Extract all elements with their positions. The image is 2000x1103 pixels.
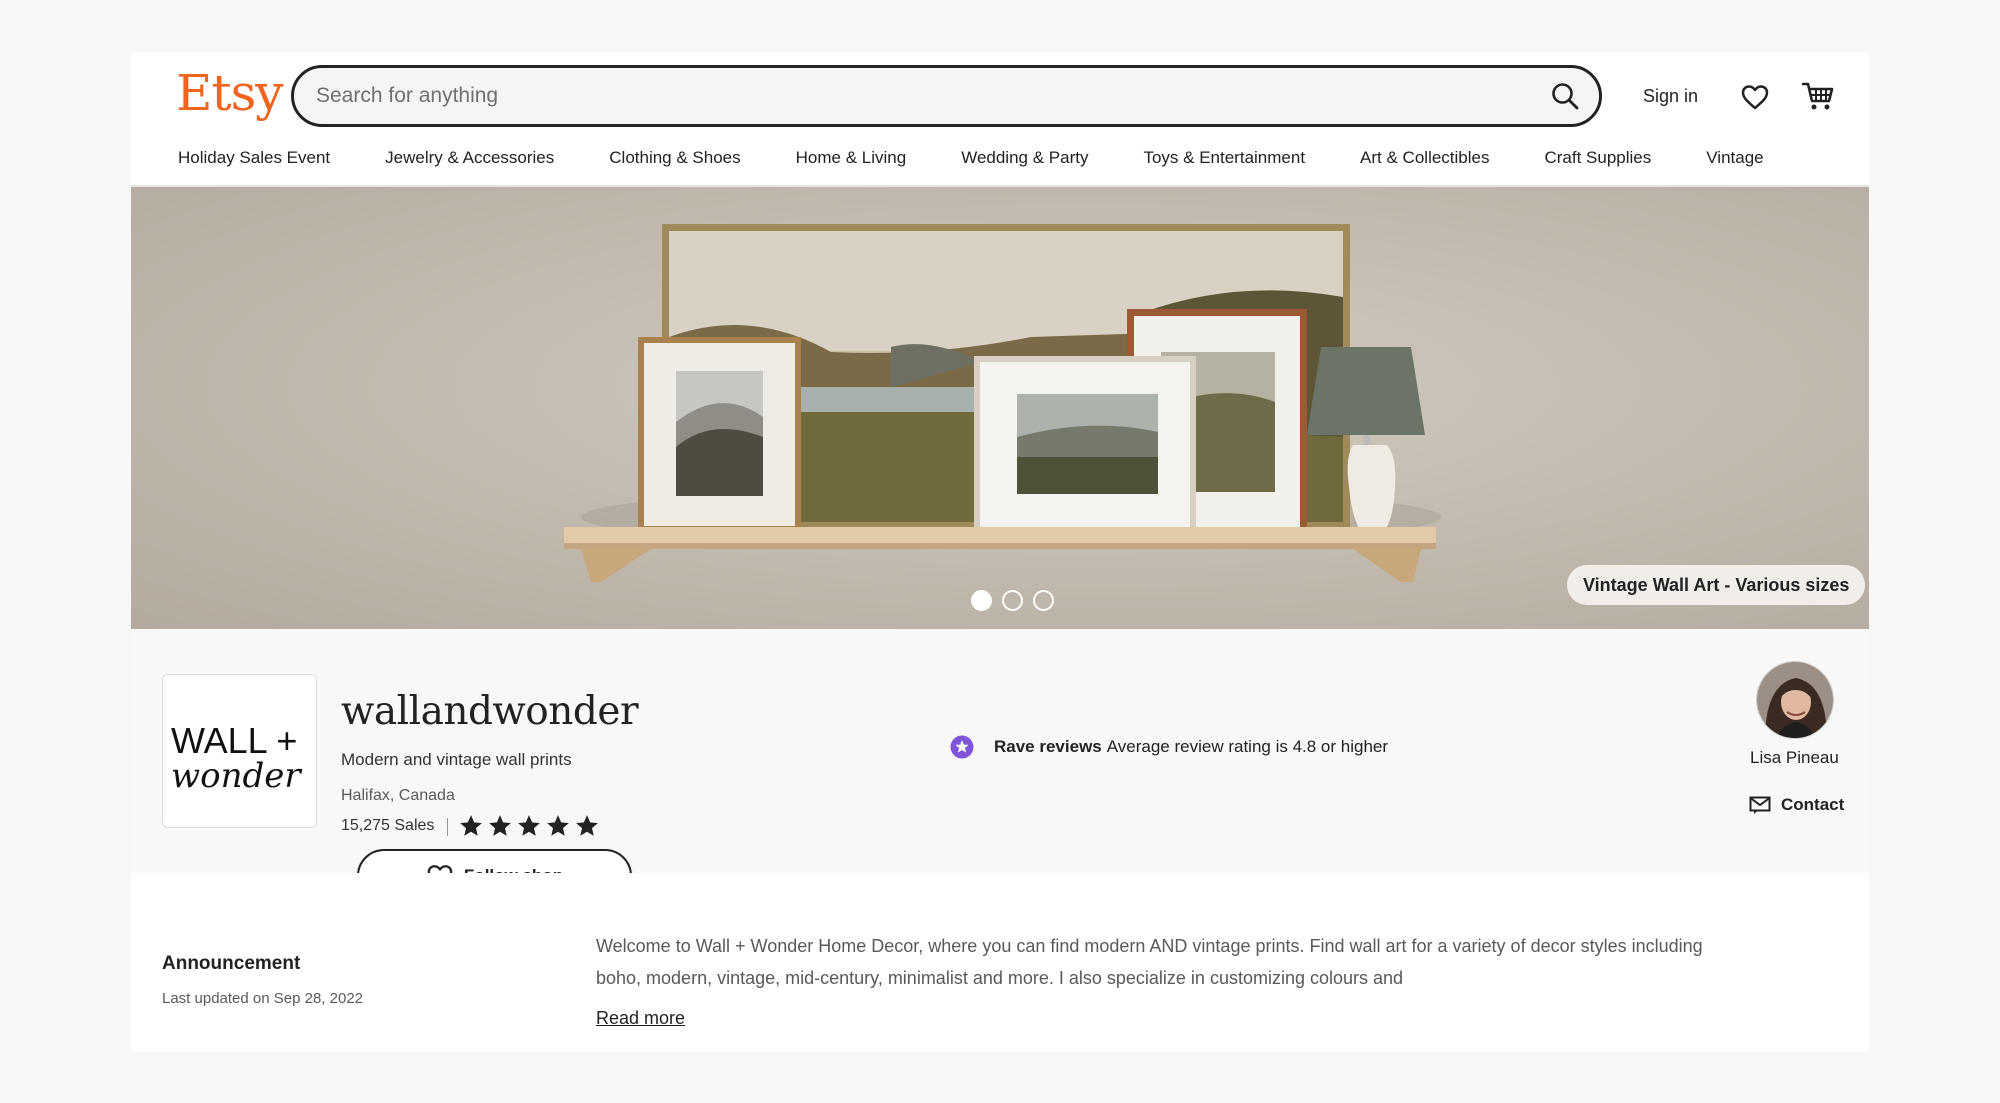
contact-link[interactable]: Contact — [1749, 795, 1844, 815]
shop-logo[interactable]: WALL + wonder — [162, 674, 317, 828]
rave-reviews-icon — [950, 735, 974, 759]
banner-image — [564, 224, 1441, 582]
svg-text:WALL +: WALL + — [171, 720, 297, 761]
wall-wonder-logo-icon: WALL + wonder — [171, 720, 302, 796]
announcement-text: Welcome to Wall + Wonder Home Decor, whe… — [596, 936, 1703, 988]
carousel-dot-2[interactable] — [1002, 590, 1023, 611]
contact-label: Contact — [1781, 795, 1845, 814]
star-icon — [489, 815, 511, 836]
shop-rating-stars[interactable] — [457, 813, 601, 839]
favorites-button[interactable] — [1738, 80, 1772, 114]
announcement-title: Announcement — [162, 953, 301, 974]
nav-craft[interactable]: Craft Supplies — [1544, 148, 1651, 168]
search-bar — [291, 65, 1602, 127]
search-button[interactable] — [1547, 78, 1583, 114]
nav-art[interactable]: Art & Collectibles — [1360, 148, 1489, 168]
banner-caption: Vintage Wall Art - Various sizes — [1567, 565, 1866, 605]
nav-holiday-sales[interactable]: Holiday Sales Event — [178, 148, 330, 168]
nav-clothing[interactable]: Clothing & Shoes — [609, 148, 740, 168]
shop-info: WALL + wonder wallandwonder Modern and v… — [131, 629, 1869, 903]
carousel-dot-3[interactable] — [1033, 590, 1054, 611]
announcement-date: Last updated on Sep 28, 2022 — [162, 990, 364, 1007]
shop-location: Halifax, Canada — [341, 787, 455, 804]
nav-home-living[interactable]: Home & Living — [796, 148, 907, 168]
announcement-section: Announcement Last updated on Sep 28, 202… — [131, 873, 1869, 1052]
svg-text:wonder: wonder — [171, 756, 302, 796]
heart-icon — [1741, 85, 1769, 110]
sales-divider — [447, 818, 448, 836]
header: Etsy Sign in — [131, 52, 1869, 187]
page: Etsy Sign in — [131, 52, 1869, 1052]
sign-in-link[interactable]: Sign in — [1643, 86, 1698, 107]
shop-owner-name: Lisa Pineau — [1750, 748, 1839, 767]
shop-name: wallandwonder — [341, 689, 639, 734]
read-more-link[interactable]: Read more — [596, 1008, 685, 1029]
nav-wedding[interactable]: Wedding & Party — [961, 148, 1088, 168]
star-icon — [576, 815, 598, 836]
category-nav: Holiday Sales Event Jewelry & Accessorie… — [178, 148, 1764, 168]
cart-button[interactable] — [1800, 78, 1836, 114]
rave-reviews-title: Rave reviews — [994, 737, 1102, 756]
etsy-logo[interactable]: Etsy — [176, 64, 283, 122]
shop-owner-avatar[interactable] — [1756, 661, 1834, 739]
cart-icon — [1801, 82, 1834, 110]
shop-sales: 15,275 Sales — [341, 817, 435, 834]
rave-reviews-text: Average review rating is 4.8 or higher — [1106, 737, 1389, 756]
carousel-dots — [971, 590, 1054, 611]
search-input[interactable] — [316, 68, 1496, 124]
star-icon — [547, 815, 569, 836]
nav-jewelry[interactable]: Jewelry & Accessories — [385, 148, 554, 168]
carousel-dot-1[interactable] — [971, 590, 992, 611]
nav-vintage[interactable]: Vintage — [1706, 148, 1763, 168]
avatar-icon — [1757, 662, 1833, 738]
shop-tagline: Modern and vintage wall prints — [341, 750, 572, 769]
star-icon — [518, 815, 540, 836]
nav-toys[interactable]: Toys & Entertainment — [1143, 148, 1305, 168]
shop-banner[interactable]: Vintage Wall Art - Various sizes — [131, 187, 1869, 629]
rave-reviews-badge: Rave reviews Average review rating is 4.… — [950, 735, 1388, 759]
mail-icon — [1749, 796, 1771, 814]
search-icon — [1552, 83, 1579, 110]
star-icon — [460, 815, 482, 836]
